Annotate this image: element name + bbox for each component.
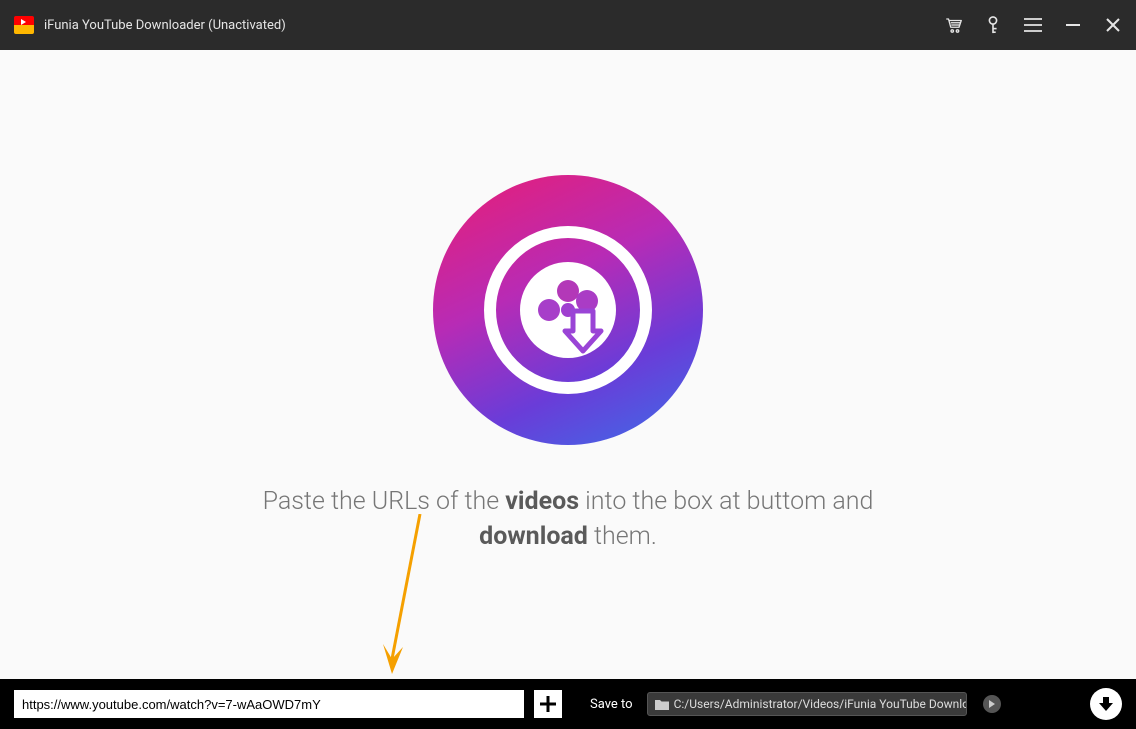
instruction-part3: them. [588, 522, 657, 551]
close-icon[interactable] [1104, 16, 1122, 34]
folder-icon [654, 698, 670, 710]
save-path-text: C:/Users/Administrator/Videos/iFunia You… [674, 697, 967, 711]
bottombar: Save to C:/Users/Administrator/Videos/iF… [0, 679, 1136, 729]
hero-logo-circle [433, 175, 703, 445]
add-url-button[interactable] [534, 690, 562, 718]
main-content: Paste the URLs of the videos into the bo… [0, 50, 1136, 679]
titlebar-right [944, 16, 1122, 34]
save-path-box[interactable]: C:/Users/Administrator/Videos/iFunia You… [647, 692, 967, 716]
minimize-icon[interactable] [1064, 16, 1082, 34]
save-to-label: Save to [590, 697, 633, 712]
instruction-strong-videos: videos [505, 487, 579, 516]
menu-icon[interactable] [1024, 16, 1042, 34]
open-folder-button[interactable] [983, 695, 1001, 713]
guidance-arrow-icon [377, 514, 437, 679]
titlebar-left: iFunia YouTube Downloader (Unactivated) [14, 16, 286, 34]
key-icon[interactable] [984, 16, 1002, 34]
cart-icon[interactable] [944, 16, 962, 34]
instruction-text: Paste the URLs of the videos into the bo… [208, 485, 928, 554]
download-button[interactable] [1090, 688, 1122, 720]
app-title: iFunia YouTube Downloader (Unactivated) [44, 18, 286, 33]
instruction-part2: into the box at buttom and [579, 487, 873, 516]
titlebar: iFunia YouTube Downloader (Unactivated) [0, 0, 1136, 50]
app-logo-icon [14, 16, 34, 34]
film-reel-download-icon [484, 226, 652, 394]
url-input[interactable] [14, 690, 524, 718]
instruction-part1: Paste the URLs of the [263, 487, 506, 516]
instruction-strong-download: download [479, 522, 588, 551]
